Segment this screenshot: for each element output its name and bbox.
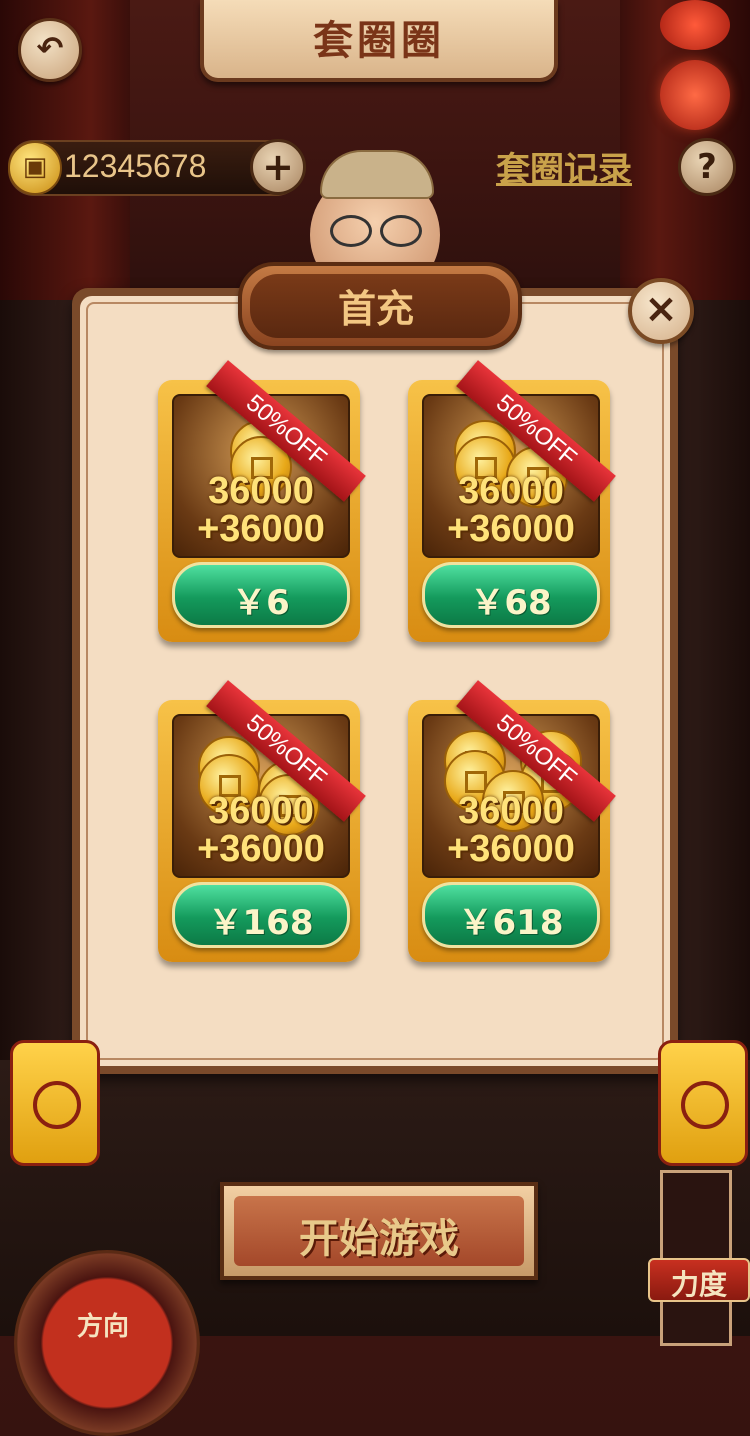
package-card[interactable]: 36000 +36000 50%OFF ￥68 (408, 360, 616, 642)
package-bonus: +36000 (197, 828, 325, 870)
close-icon: × (644, 286, 678, 332)
coin-balance: 12345678 (64, 148, 207, 184)
lantern-left-icon (10, 1040, 100, 1166)
buy-button[interactable]: ￥68 (422, 562, 600, 628)
modal-title: 首充 (337, 287, 414, 331)
title-plaque: 套圈圈 (200, 0, 558, 82)
start-game-button[interactable]: 开始游戏 (220, 1182, 538, 1280)
direction-label: 方向 (76, 1312, 129, 1342)
help-button[interactable]: ? (678, 138, 736, 196)
page-title: 套圈圈 (313, 18, 445, 64)
coin-icon: ▣ (8, 141, 62, 195)
package-bonus: +36000 (447, 508, 575, 550)
power-label: 力度 (648, 1258, 750, 1302)
buy-button[interactable]: ￥168 (172, 882, 350, 948)
add-coins-button[interactable]: + (250, 139, 306, 195)
package-bonus: +36000 (197, 508, 325, 550)
package-card[interactable]: 36000 +36000 50%OFF ￥6 (158, 360, 366, 642)
back-button[interactable]: ↶ (18, 18, 82, 82)
lantern-right-icon (658, 1040, 748, 1166)
buy-button[interactable]: ￥6 (172, 562, 350, 628)
question-icon: ? (697, 147, 717, 187)
close-button[interactable]: × (628, 278, 694, 344)
direction-dial[interactable] (14, 1250, 200, 1436)
package-bonus: +36000 (447, 828, 575, 870)
package-card[interactable]: 36000 +36000 50%OFF ￥618 (408, 680, 616, 962)
buy-button[interactable]: ￥618 (422, 882, 600, 948)
back-arrow-icon: ↶ (36, 29, 64, 67)
package-card[interactable]: 36000 +36000 50%OFF ￥168 (158, 680, 366, 962)
plus-icon: + (262, 145, 294, 189)
ring-record-link[interactable]: 套圈记录 (496, 142, 632, 191)
hanging-lantern-icon (660, 0, 730, 130)
